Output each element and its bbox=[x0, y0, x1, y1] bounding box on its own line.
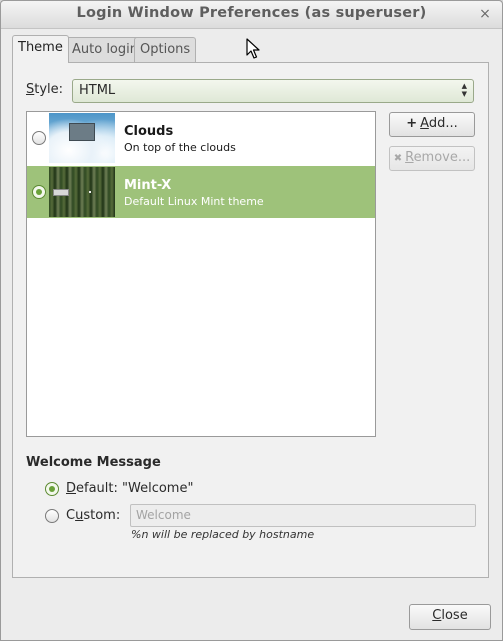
tab-theme-label: Theme bbox=[18, 40, 63, 55]
style-label: Style: bbox=[26, 82, 63, 97]
welcome-message-heading: Welcome Message bbox=[26, 455, 161, 470]
style-combobox-value: HTML bbox=[79, 83, 116, 98]
theme-list[interactable]: Clouds On top of the clouds Mint-X Defau… bbox=[26, 111, 376, 437]
remove-button-label: emove... bbox=[413, 150, 471, 165]
close-button-label: lose bbox=[441, 608, 468, 623]
theme-row-mint-x[interactable]: Mint-X Default Linux Mint theme bbox=[27, 166, 375, 218]
close-button[interactable]: Close bbox=[409, 604, 491, 630]
hostname-hint: %n will be replaced by hostname bbox=[131, 528, 315, 541]
remove-theme-button[interactable]: ✖ Remove... bbox=[389, 146, 475, 171]
theme-description: On top of the clouds bbox=[124, 141, 236, 154]
welcome-default-radio[interactable] bbox=[45, 482, 59, 496]
add-button-label: dd... bbox=[428, 116, 458, 131]
style-label-rest: tyle: bbox=[34, 82, 64, 97]
tab-options-label: Options bbox=[140, 42, 191, 57]
theme-row-clouds[interactable]: Clouds On top of the clouds bbox=[27, 112, 375, 164]
tab-auto-login[interactable]: Auto login bbox=[66, 37, 144, 62]
welcome-custom-radio[interactable] bbox=[45, 509, 59, 523]
mouse-pointer-icon bbox=[246, 38, 260, 59]
add-button-mnemonic: A bbox=[420, 116, 429, 131]
welcome-custom-label[interactable]: Custom: bbox=[66, 508, 120, 523]
mint-x-theme-thumbnail bbox=[49, 167, 115, 217]
theme-radio-clouds[interactable] bbox=[32, 131, 46, 145]
theme-name: Mint-X bbox=[124, 178, 172, 193]
thumbnail-dot bbox=[89, 191, 91, 193]
theme-name: Clouds bbox=[124, 124, 174, 139]
welcome-default-label[interactable]: Default: "Welcome" bbox=[66, 481, 193, 496]
remove-button-mnemonic: R bbox=[405, 150, 414, 165]
add-theme-button[interactable]: + Add... bbox=[389, 112, 475, 137]
theme-description: Default Linux Mint theme bbox=[124, 195, 264, 208]
default-mnemonic: D bbox=[66, 481, 77, 496]
x-icon: ✖ bbox=[393, 153, 403, 164]
thumbnail-window-preview bbox=[69, 123, 95, 141]
tab-theme[interactable]: Theme bbox=[12, 35, 69, 63]
custom-label-prefix: C bbox=[66, 508, 76, 523]
tab-auto-login-label: Auto login bbox=[72, 42, 138, 57]
combobox-arrows-icon: ▲ ▼ bbox=[461, 82, 467, 98]
close-button-mnemonic: C bbox=[432, 608, 442, 623]
window-close-icon[interactable]: × bbox=[478, 7, 492, 21]
tab-options[interactable]: Options bbox=[134, 37, 197, 62]
thumbnail-window-preview bbox=[53, 189, 69, 196]
plus-icon: + bbox=[406, 116, 418, 131]
style-combobox[interactable]: HTML ▲ ▼ bbox=[72, 79, 474, 103]
window-title: Login Window Preferences (as superuser) bbox=[76, 5, 427, 21]
custom-label-rest: stom: bbox=[83, 508, 121, 523]
theme-radio-mint-x[interactable] bbox=[32, 185, 46, 199]
default-label-rest: efault: "Welcome" bbox=[76, 481, 194, 496]
title-bar[interactable]: Login Window Preferences (as superuser) … bbox=[1, 1, 502, 29]
custom-welcome-input[interactable]: Welcome bbox=[130, 504, 476, 527]
clouds-theme-thumbnail bbox=[49, 113, 115, 163]
